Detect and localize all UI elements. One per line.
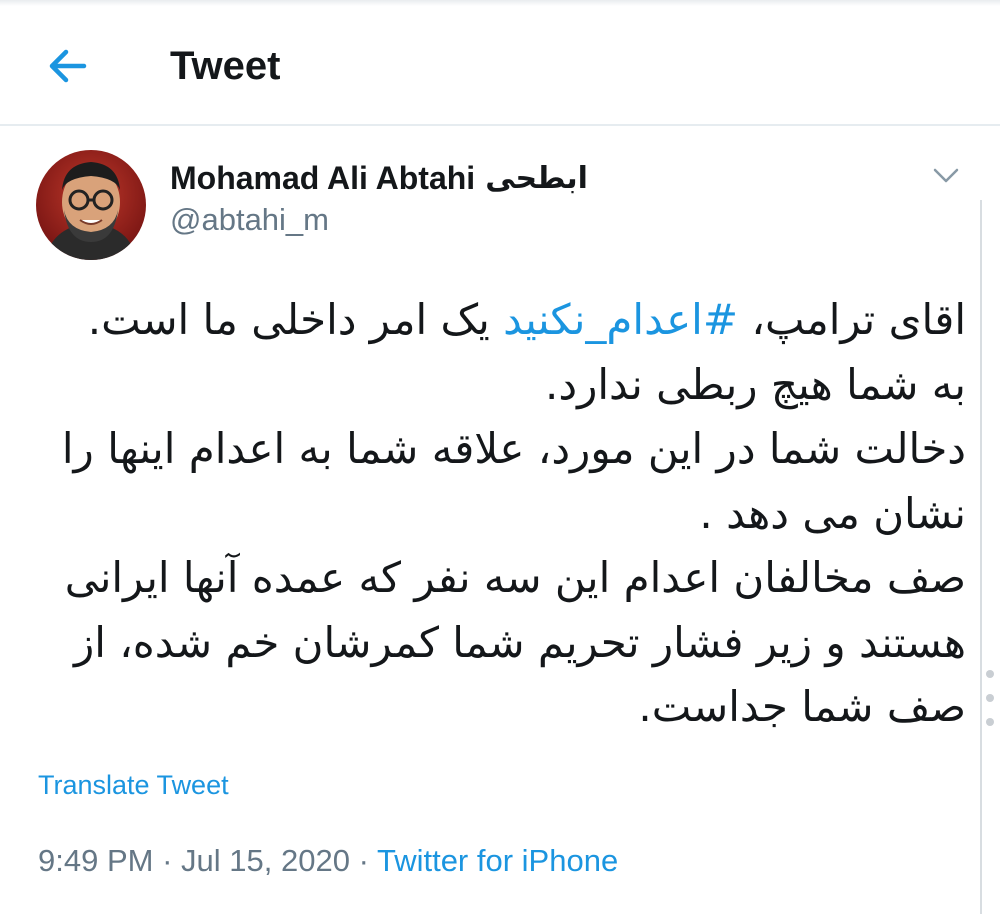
tweet-meta: 9:49 PM · Jul 15, 2020 · Twitter for iPh… bbox=[38, 843, 618, 879]
author-handle[interactable]: @abtahi_m bbox=[170, 202, 329, 238]
side-panel-edge bbox=[980, 200, 1000, 914]
arrow-left-icon bbox=[49, 49, 87, 83]
app-header: Tweet bbox=[0, 6, 1000, 126]
chevron-down-icon bbox=[933, 168, 959, 183]
tweet-author: Mohamad Ali Abtahi ابطحی @abtahi_m bbox=[36, 150, 966, 260]
tweet-time: 9:49 PM bbox=[38, 843, 154, 878]
tweet-line-1-end: یک امر داخلی ما است. bbox=[87, 295, 504, 344]
meta-separator-2: · bbox=[358, 843, 369, 878]
back-button[interactable] bbox=[44, 44, 100, 88]
tweet-source-link[interactable]: Twitter for iPhone bbox=[377, 843, 618, 878]
tweet-line-6: هستند و زیر فشار تحریم شما کمرشان خم شده… bbox=[73, 617, 966, 667]
avatar[interactable] bbox=[36, 150, 146, 260]
page-title: Tweet bbox=[170, 44, 281, 88]
author-name-row[interactable]: Mohamad Ali Abtahi ابطحی bbox=[170, 158, 588, 198]
tweet-menu-button[interactable] bbox=[926, 160, 966, 190]
meta-separator: · bbox=[162, 843, 173, 878]
drag-handle-dot bbox=[986, 670, 994, 678]
tweet-line-5: صف مخالفان اعدام این سه نفر که عمده آنها… bbox=[64, 553, 966, 602]
drag-handle-dot bbox=[986, 694, 994, 702]
side-panel-divider bbox=[980, 200, 982, 914]
tweet-line-4: نشان می دهد . bbox=[699, 488, 966, 538]
tweet-line-2: به شما هیچ ربطی ندارد. bbox=[545, 359, 966, 409]
tweet-line-7: صف شما جداست. bbox=[638, 682, 966, 731]
tweet-line-3: دخالت شما در این مورد، علاقه شما به اعدا… bbox=[61, 424, 966, 473]
translate-tweet-link[interactable]: Translate Tweet bbox=[38, 770, 229, 801]
tweet-line-1: اقای ترامپ، #اعدام_نکنید یک امر داخلی ما… bbox=[36, 288, 966, 353]
hashtag-link[interactable]: #اعدام_نکنید bbox=[503, 295, 738, 344]
tweet-date: Jul 15, 2020 bbox=[181, 843, 350, 878]
profile-photo bbox=[36, 150, 146, 260]
author-display-name-fa: ابطحی bbox=[485, 161, 588, 195]
tweet-line-1-start: اقای ترامپ، bbox=[738, 295, 966, 344]
author-display-name: Mohamad Ali Abtahi bbox=[170, 159, 476, 196]
drag-handle-dot bbox=[986, 718, 994, 726]
tweet-text: اقای ترامپ، #اعدام_نکنید یک امر داخلی ما… bbox=[36, 288, 966, 740]
